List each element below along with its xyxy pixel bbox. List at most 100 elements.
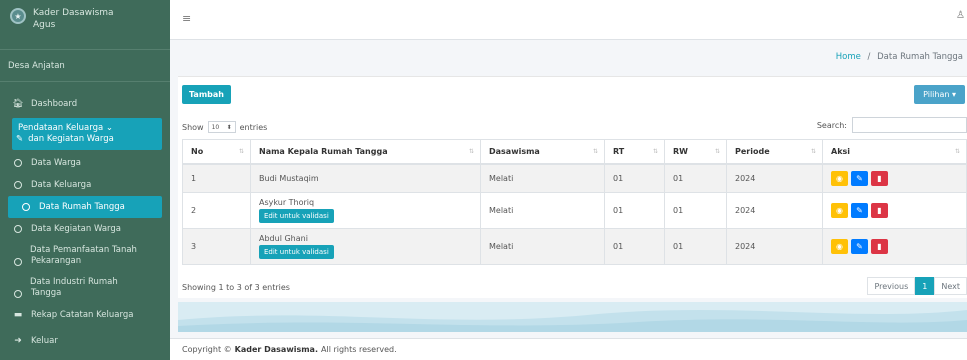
brand[interactable]: ★ Kader Dasawisma Agus	[0, 0, 170, 50]
footer-brand: Kader Dasawisma.	[234, 345, 318, 354]
cell-no: 1	[182, 163, 251, 193]
cell-dasawisma: Melati	[480, 228, 605, 265]
trash-icon: ▮	[877, 173, 882, 183]
cell-no: 3	[182, 228, 251, 265]
sign-out-icon: ➜	[14, 336, 22, 346]
table-header-row: No ⇅ Nama Kepala Rumah Tangga ⇅ Dasawisma ⇅…	[182, 139, 967, 165]
sort-icon: ⇅	[592, 148, 598, 155]
sidebar-item-data-industri-rumah-tangga[interactable]: Data Industri Rumah Tangga	[0, 272, 170, 304]
column-header-no[interactable]: No ⇅	[182, 139, 251, 165]
decorative-wave	[178, 302, 967, 332]
sidebar-item-label: Dashboard	[31, 99, 78, 109]
delete-button[interactable]: ▮	[871, 170, 888, 186]
breadcrumb-current: Data Rumah Tangga	[877, 52, 963, 62]
trash-icon: ▮	[877, 242, 882, 251]
column-header-aksi[interactable]: Aksi ⇅	[822, 139, 967, 165]
eye-icon: ◉	[836, 206, 843, 215]
pilihan-dropdown-button[interactable]: Pilihan ▾	[914, 85, 965, 104]
column-header-periode[interactable]: Periode ⇅	[726, 139, 823, 165]
view-button[interactable]: ◉	[831, 239, 848, 254]
column-header-rt[interactable]: RT ⇅	[604, 139, 665, 165]
sidebar-item-data-rumah-tangga[interactable]: Data Rumah Tangga	[8, 196, 162, 218]
sidebar-group-pendataan[interactable]: Pendataan Keluarga ⌄ ✎ dan Kegiatan Warga	[12, 118, 162, 150]
cell-no: 2	[182, 192, 251, 229]
footer: Copyright © Kader Dasawisma. All rights …	[170, 338, 967, 360]
data-card: Tambah Pilihan ▾ Show 10 ⬍ entries Searc…	[178, 76, 967, 298]
edit-button[interactable]: ✎	[851, 239, 868, 254]
select-arrows-icon: ⬍	[226, 123, 232, 131]
footer-suffix: All rights reserved.	[321, 345, 397, 354]
cell-nama: Abdul Ghani Edit untuk validasi	[250, 228, 481, 265]
cell-dasawisma: Melati	[480, 163, 605, 193]
search-control: Search:	[817, 117, 967, 133]
sidebar-item-rekap[interactable]: ▬ Rekap Catatan Keluarga	[0, 304, 170, 326]
desa-label: Desa Anjatan	[0, 50, 170, 82]
sort-icon: ⇅	[238, 148, 244, 155]
main-content: Home / Data Rumah Tangga Tambah Pilihan …	[170, 40, 967, 360]
pilihan-label: Pilihan	[923, 90, 950, 99]
sidebar-group-label-2: dan Kegiatan Warga	[28, 134, 114, 144]
tambah-button[interactable]: Tambah	[182, 85, 231, 104]
hamburger-menu-icon[interactable]: ≡	[182, 12, 191, 25]
cell-rw: 01	[664, 228, 727, 265]
top-navbar: ≡ ♙	[170, 0, 967, 40]
column-header-nama[interactable]: Nama Kepala Rumah Tangga ⇅	[250, 139, 481, 165]
edit-validasi-button[interactable]: Edit untuk validasi	[259, 209, 334, 223]
edit-validasi-button[interactable]: Edit untuk validasi	[259, 245, 334, 259]
next-button[interactable]: Next	[934, 277, 967, 295]
brand-user: Agus	[33, 20, 56, 30]
user-icon[interactable]: ♙	[956, 10, 965, 21]
column-header-rw[interactable]: RW ⇅	[664, 139, 727, 165]
sidebar-item-data-warga[interactable]: Data Warga	[0, 152, 170, 174]
edit-icon: ✎	[856, 173, 863, 183]
sidebar-item-label: Data Industri Rumah	[30, 277, 118, 287]
cell-periode: 2024	[726, 163, 823, 193]
table-info: Showing 1 to 3 of 3 entries	[182, 283, 290, 292]
table-row: 2 Asykur Thoriq Edit untuk validasi Mela…	[182, 192, 967, 229]
cell-nama: Asykur Thoriq Edit untuk validasi	[250, 192, 481, 229]
sidebar-item-label: Data Warga	[31, 158, 82, 168]
brand-logo-icon: ★	[10, 8, 26, 24]
sidebar-item-label: Data Kegiatan Warga	[31, 224, 121, 234]
sidebar-item-data-kegiatan-warga[interactable]: Data Kegiatan Warga	[0, 218, 170, 240]
cell-aksi: ◉ ✎ ▮	[822, 163, 967, 193]
cell-rw: 01	[664, 192, 727, 229]
search-input[interactable]	[852, 117, 967, 133]
delete-button[interactable]: ▮	[871, 203, 888, 218]
breadcrumb: Home / Data Rumah Tangga	[836, 52, 963, 62]
previous-button[interactable]: Previous	[867, 277, 916, 295]
entries-select[interactable]: 10 ⬍	[207, 121, 236, 133]
circle-icon	[14, 289, 22, 298]
page-1-button[interactable]: 1	[915, 277, 935, 295]
entries-label: entries	[239, 122, 268, 132]
sidebar-group-label-1: Pendataan Keluarga	[18, 123, 104, 133]
breadcrumb-home-link[interactable]: Home	[836, 52, 861, 62]
circle-icon	[14, 181, 22, 189]
sort-icon: ⇅	[714, 148, 720, 155]
circle-icon	[22, 203, 30, 211]
sidebar-item-dashboard[interactable]: 🏠︎ Dashboard	[0, 90, 170, 118]
sidebar-item-label: Pekarangan	[31, 256, 82, 266]
edit-icon: ✎	[856, 242, 863, 251]
delete-button[interactable]: ▮	[871, 239, 888, 254]
column-header-dasawisma[interactable]: Dasawisma ⇅	[480, 139, 605, 165]
chevron-down-icon: ⌄	[105, 123, 113, 133]
sidebar-item-data-keluarga[interactable]: Data Keluarga	[0, 174, 170, 196]
footer-prefix: Copyright ©	[182, 345, 232, 354]
view-button[interactable]: ◉	[831, 203, 848, 218]
caret-down-icon: ▾	[951, 90, 956, 99]
sidebar: ★ Kader Dasawisma Agus Desa Anjatan 🏠︎ D…	[0, 0, 170, 360]
brand-name: Kader Dasawisma	[33, 8, 114, 18]
table-row: 3 Abdul Ghani Edit untuk validasi Melati…	[182, 228, 967, 265]
sidebar-item-label: Data Rumah Tangga	[39, 202, 125, 212]
sidebar-item-data-pemanfaatan-tanah[interactable]: Data Pemanfaatan Tanah Pekarangan	[0, 240, 170, 272]
eye-icon: ◉	[836, 173, 843, 183]
edit-button[interactable]: ✎	[851, 203, 868, 218]
view-button[interactable]: ◉	[831, 170, 848, 186]
circle-icon	[14, 225, 22, 233]
edit-button[interactable]: ✎	[851, 170, 868, 186]
home-icon: 🏠︎	[12, 99, 24, 109]
search-label: Search:	[816, 120, 847, 130]
cell-aksi: ◉ ✎ ▮	[822, 192, 967, 229]
sidebar-item-keluar[interactable]: ➜ Keluar	[0, 330, 170, 352]
